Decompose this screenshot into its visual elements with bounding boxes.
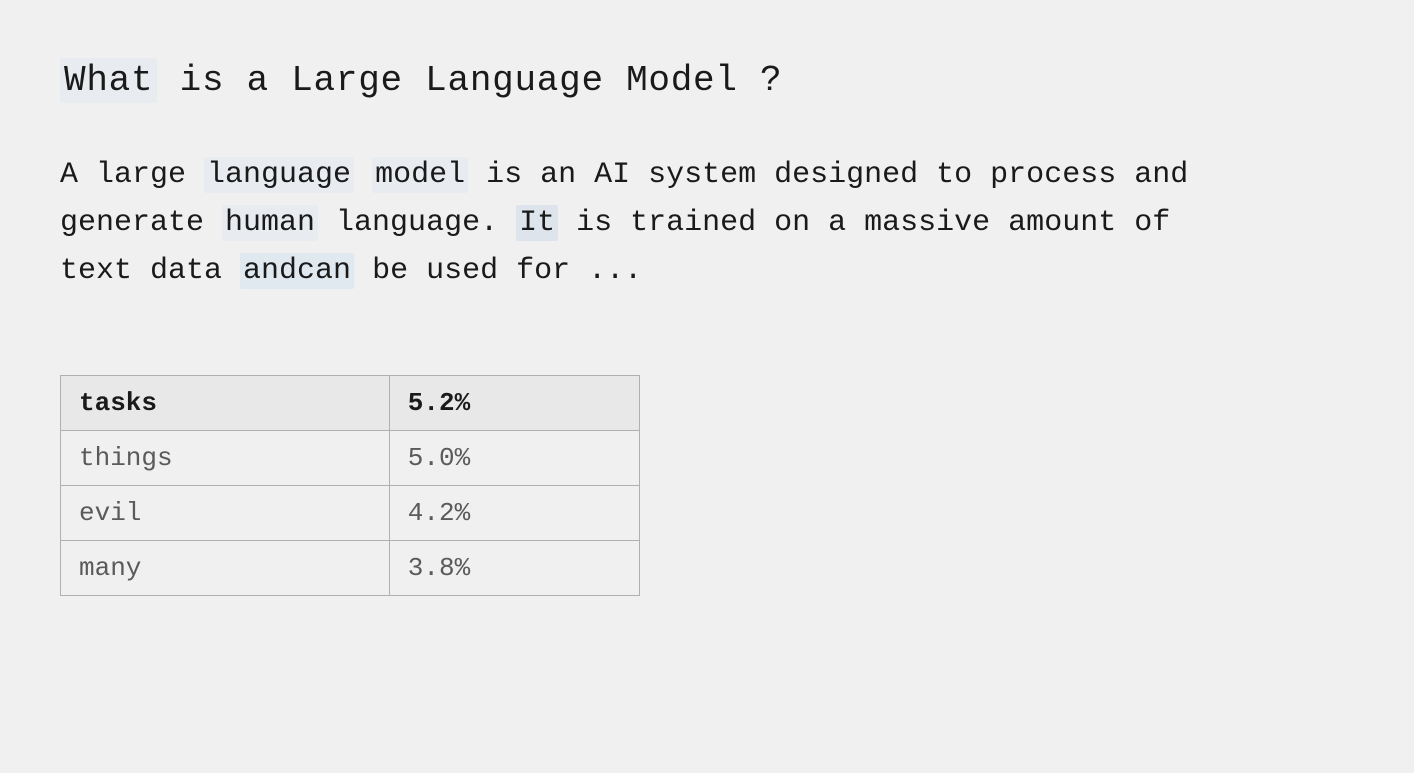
- desc-highlight-language: language: [204, 157, 354, 193]
- page-title: What is a Large Language Model ?: [60, 60, 1354, 101]
- table-cell-col1: many: [61, 541, 390, 596]
- desc-highlight-model: model: [372, 157, 468, 193]
- desc-highlight-it: It: [516, 205, 558, 241]
- table-cell-col1: things: [61, 431, 390, 486]
- table-cell-col2: 4.2%: [389, 486, 639, 541]
- table-row: things5.0%: [61, 431, 640, 486]
- desc-text-4: language.: [318, 206, 516, 240]
- table-row: evil4.2%: [61, 486, 640, 541]
- table-header-col2: 5.2%: [389, 376, 639, 431]
- title-word-what: What: [60, 58, 157, 103]
- desc-highlight-human: human: [222, 205, 318, 241]
- desc-text-7: be used for ...: [354, 254, 642, 288]
- title-rest: is a Large Language Model ?: [157, 60, 782, 101]
- table-header-row: tasks 5.2%: [61, 376, 640, 431]
- desc-highlight-andcan: andcan: [240, 253, 354, 289]
- table-cell-col2: 5.0%: [389, 431, 639, 486]
- desc-text-1: A large: [60, 158, 204, 192]
- desc-text-5: is trained on a massive amount of: [558, 206, 1170, 240]
- table-cell-col2: 3.8%: [389, 541, 639, 596]
- desc-text-2: is an AI system designed to process and: [468, 158, 1188, 192]
- table-cell-col1: evil: [61, 486, 390, 541]
- desc-text-6: text data: [60, 254, 240, 288]
- table-row: many3.8%: [61, 541, 640, 596]
- description-text: A large language model is an AI system d…: [60, 151, 1210, 295]
- desc-text-3: generate: [60, 206, 222, 240]
- data-table: tasks 5.2% things5.0%evil4.2%many3.8%: [60, 375, 640, 596]
- table-header-col1: tasks: [61, 376, 390, 431]
- desc-space-1: [354, 158, 372, 192]
